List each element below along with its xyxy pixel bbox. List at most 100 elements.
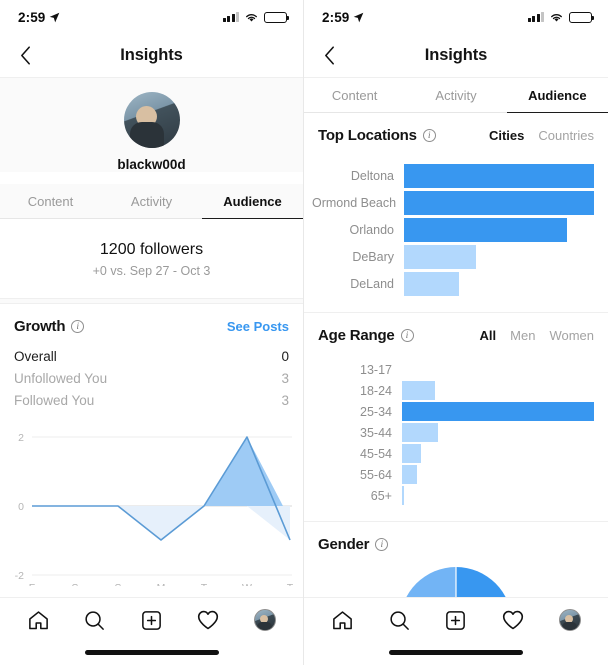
profile-block: blackw00d <box>0 78 303 172</box>
growth-stat-row: Overall 0 <box>14 345 289 367</box>
back-button[interactable] <box>314 41 344 71</box>
nav-search-button[interactable] <box>78 603 112 637</box>
nav-home-button[interactable] <box>21 603 55 637</box>
nav-profile-button[interactable] <box>553 603 587 637</box>
bar-row: Deltona <box>312 164 594 188</box>
tab-activity[interactable]: Activity <box>101 184 202 219</box>
bottom-nav-bar <box>304 597 608 665</box>
bar-label: Deltona <box>350 169 394 183</box>
location-arrow-icon <box>354 12 364 22</box>
bar-fill <box>404 191 594 215</box>
tab-content[interactable]: Content <box>0 184 101 219</box>
y-tick-neg2: -2 <box>15 570 24 582</box>
info-icon[interactable]: i <box>71 320 85 333</box>
bar-label: Orlando <box>349 223 394 237</box>
bar-row: DeBary <box>312 245 594 269</box>
growth-title: Growth <box>14 318 66 335</box>
followers-count: 1200 followers <box>99 241 204 258</box>
segment-all[interactable]: All <box>480 328 497 343</box>
gender-section-header: Gender i <box>304 522 608 557</box>
stat-value: 0 <box>281 348 289 364</box>
status-bar-time-group: 2:59 <box>18 10 60 25</box>
status-bar: 2:59 <box>0 0 303 34</box>
tab-audience[interactable]: Audience <box>202 184 303 219</box>
x-tick-2: S <box>114 582 121 586</box>
plus-square-icon <box>142 610 161 630</box>
wifi-icon <box>246 13 257 21</box>
top-locations-chart: Deltona Ormond Beach Orlando DeBary DeLa… <box>304 154 608 312</box>
right-phone-screen: 2:59 Insights Content Activity Audience … <box>304 0 608 665</box>
nav-new-post-button[interactable] <box>134 603 168 637</box>
bar-label: 13-17 <box>360 362 392 377</box>
nav-activity-button[interactable] <box>191 603 225 637</box>
segment-women[interactable]: Women <box>549 328 594 343</box>
info-icon[interactable]: i <box>422 129 436 142</box>
status-bar-time: 2:59 <box>322 9 350 25</box>
search-icon <box>390 610 409 630</box>
tab-audience[interactable]: Audience <box>506 78 608 113</box>
nav-activity-button[interactable] <box>496 603 530 637</box>
segment-men[interactable]: Men <box>510 328 535 343</box>
bar-fill <box>402 402 594 421</box>
nav-search-button[interactable] <box>382 603 416 637</box>
home-icon <box>332 610 352 629</box>
age-range-segments: All Men Women <box>480 328 594 343</box>
status-bar-indicators <box>527 11 594 23</box>
top-locations-title: Top Locations <box>318 127 417 144</box>
home-icon <box>28 610 48 629</box>
gender-title: Gender <box>318 536 370 553</box>
bar-row: 13-17 <box>328 360 594 379</box>
nav-new-post-button[interactable] <box>439 603 473 637</box>
battery-icon <box>569 11 594 23</box>
segment-cities[interactable]: Cities <box>489 128 524 143</box>
search-icon <box>85 610 105 630</box>
top-locations-segments: Cities Countries <box>489 128 594 143</box>
nav-profile-button[interactable] <box>248 603 282 637</box>
growth-chart: 2 0 -2 F S S M T W T <box>0 421 303 586</box>
segment-countries[interactable]: Countries <box>538 128 594 143</box>
followers-delta: +0 vs. Sep 27 - Oct 3 <box>92 264 211 278</box>
bar-track <box>402 486 594 505</box>
bar-label: DeBary <box>352 250 394 264</box>
bar-fill <box>402 486 405 505</box>
tab-content[interactable]: Content <box>304 78 406 113</box>
bar-label: 35-44 <box>360 425 392 440</box>
bar-track <box>402 444 594 463</box>
stat-label: Unfollowed You <box>14 370 108 386</box>
bar-row: 25-34 <box>328 402 594 421</box>
tab-activity[interactable]: Activity <box>405 78 507 113</box>
profile-avatar-icon <box>558 609 581 631</box>
nav-home-button[interactable] <box>325 603 359 637</box>
growth-chart-svg: 2 0 -2 F S S M T W T <box>15 432 294 586</box>
back-button[interactable] <box>10 41 40 71</box>
x-tick-3: M <box>157 582 166 586</box>
see-posts-link[interactable]: See Posts <box>227 319 289 334</box>
bar-fill <box>402 381 435 400</box>
x-tick-1: S <box>71 582 78 586</box>
top-locations-section-header: Top Locations i Cities Countries <box>304 113 608 154</box>
insights-tabs: Content Activity Audience <box>304 78 608 113</box>
insights-tabs: Content Activity Audience <box>0 184 303 219</box>
nav-header: Insights <box>304 34 608 78</box>
x-tick-5: W <box>242 582 252 586</box>
status-bar: 2:59 <box>304 0 608 34</box>
stat-value: 3 <box>281 370 289 386</box>
profile-avatar-icon <box>253 609 276 631</box>
info-icon[interactable]: i <box>375 538 389 551</box>
age-range-section-header: Age Range i All Men Women <box>304 313 608 354</box>
info-icon[interactable]: i <box>400 329 414 342</box>
x-tick-0: F <box>29 582 35 586</box>
bar-row: DeLand <box>312 272 594 296</box>
heart-icon <box>197 610 219 630</box>
bar-fill <box>402 444 422 463</box>
chevron-left-icon <box>324 46 334 65</box>
age-range-title-group: Age Range i <box>318 327 414 344</box>
bar-track <box>404 164 594 188</box>
bar-track <box>404 272 594 296</box>
heart-icon <box>502 610 523 630</box>
bar-track <box>402 465 594 484</box>
bar-fill <box>402 465 418 484</box>
stat-value: 3 <box>281 392 289 408</box>
age-range-chart: 13-17 18-24 25-34 35-44 45-54 55-64 65+ <box>304 354 608 521</box>
bar-label: 55-64 <box>360 467 392 482</box>
